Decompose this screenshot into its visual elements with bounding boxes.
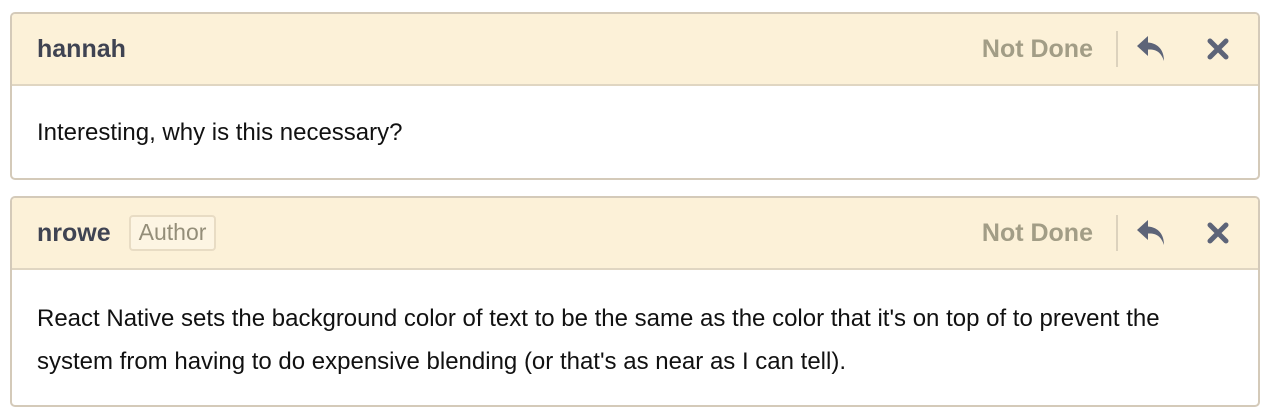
comment-thread: hannah Not Done Interesting, why is this… <box>10 12 1260 407</box>
reply-button[interactable] <box>1118 14 1184 85</box>
reply-arrow-icon <box>1137 220 1164 245</box>
comment-author[interactable]: hannah <box>37 35 126 64</box>
comment-header: nrowe Author Not Done <box>12 198 1258 270</box>
comment-text: React Native sets the background color o… <box>37 305 1160 375</box>
delete-button[interactable] <box>1184 198 1252 269</box>
reply-arrow-icon <box>1137 36 1164 61</box>
reply-button[interactable] <box>1118 198 1184 269</box>
delete-button[interactable] <box>1184 14 1252 85</box>
comment-card: nrowe Author Not Done React Native sets … <box>10 196 1260 407</box>
not-done-button[interactable]: Not Done <box>982 219 1116 248</box>
close-x-icon <box>1207 222 1229 244</box>
not-done-button[interactable]: Not Done <box>982 35 1116 64</box>
comment-header: hannah Not Done <box>12 14 1258 86</box>
comment-author[interactable]: nrowe <box>37 219 111 248</box>
author-badge: Author <box>128 215 217 251</box>
close-x-icon <box>1207 38 1229 60</box>
comment-text: Interesting, why is this necessary? <box>37 118 403 146</box>
comment-card: hannah Not Done Interesting, why is this… <box>10 12 1260 180</box>
